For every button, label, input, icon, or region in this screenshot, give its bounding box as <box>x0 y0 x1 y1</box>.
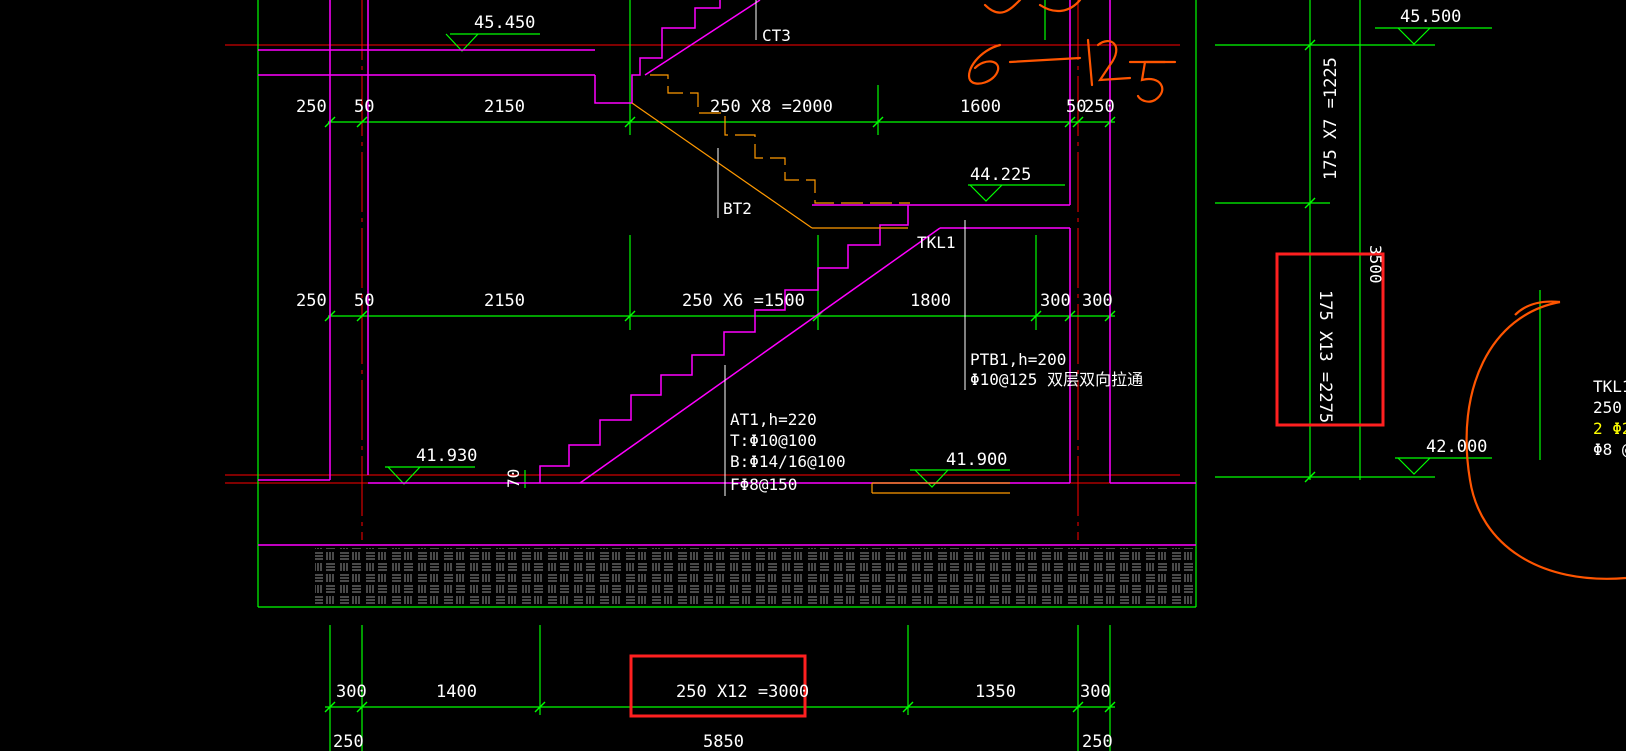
elevation-landing-mid: 44.225 <box>970 165 1031 185</box>
dim-r3-1: 1400 <box>436 682 477 702</box>
cad-drawing-canvas[interactable]: 45.450 45.500 44.225 41.930 41.900 42.00… <box>0 0 1626 751</box>
dim-r4-2: 250 <box>1082 732 1113 751</box>
dim-r2-2: 2150 <box>484 291 525 311</box>
dim-r1-6: 250 <box>1084 97 1115 117</box>
elevation-bottom-left: 41.930 <box>416 446 477 466</box>
elevation-bottom-right: 42.000 <box>1426 437 1487 457</box>
label-ptb1-line2: Φ10@125 双层双向拉通 <box>970 370 1143 389</box>
dim-r2-0: 250 <box>296 291 327 311</box>
label-right-stirrup: Φ8 @ <box>1593 440 1626 459</box>
vdim-lower: 175 X13 =2275 <box>1315 290 1335 423</box>
dim-r3-3: 1350 <box>975 682 1016 702</box>
vdim-step-small: 70 <box>504 469 523 488</box>
label-at1-line3: B:Φ14/16@100 <box>730 452 846 471</box>
bt2-flight-outline <box>631 74 1010 494</box>
label-at1-line4: FΦ8@150 <box>730 475 797 494</box>
label-ct3: CT3 <box>762 26 791 45</box>
dimension-row-4: 250 5850 250 <box>333 732 1113 751</box>
dimension-row-3: 300 1400 250 X12 =3000 1350 300 <box>336 682 1111 702</box>
elevation-top-left: 45.450 <box>474 13 535 33</box>
label-ptb1-line1: PTB1,h=200 <box>970 350 1066 369</box>
structure-outline <box>258 0 1196 546</box>
dimension-row-1: 250 50 2150 250 X8 =2000 1600 50 250 <box>296 97 1115 117</box>
dim-r4-1: 5850 <box>703 732 744 751</box>
elevation-bottom-mid: 41.900 <box>946 450 1007 470</box>
label-tkl1: TKL1 <box>917 233 956 252</box>
label-right-rebar: 2 Φ20 <box>1593 419 1626 438</box>
dimension-row-2: 250 50 2150 250 X6 =1500 1800 300 300 <box>296 291 1113 311</box>
dimension-ticks <box>324 39 1316 713</box>
dim-r1-3: 250 X8 =2000 <box>710 97 833 117</box>
member-labels: CT3 BT2 TKL1 PTB1,h=200 Φ10@125 双层双向拉通 A… <box>723 26 1626 494</box>
dim-r2-4: 1800 <box>910 291 951 311</box>
handwritten-annotation <box>967 0 1177 103</box>
vdim-upper: 175 X7 =1225 <box>1321 57 1341 180</box>
label-right-size: 250 X <box>1593 398 1626 417</box>
label-right-tkl1: TKL1 <box>1593 377 1626 396</box>
elevation-top-right: 45.500 <box>1400 7 1461 27</box>
label-bt2: BT2 <box>723 199 752 218</box>
dim-r1-1: 50 <box>354 97 374 117</box>
dim-r2-6: 300 <box>1082 291 1113 311</box>
green-lines <box>257 0 1541 751</box>
dim-r1-4: 1600 <box>960 97 1001 117</box>
dim-r3-0: 300 <box>336 682 367 702</box>
dim-r1-2: 2150 <box>484 97 525 117</box>
vdim-total: 3500 <box>1366 245 1385 284</box>
dim-r3-4: 300 <box>1080 682 1111 702</box>
dim-r2-5: 300 <box>1040 291 1071 311</box>
elevation-markers <box>387 27 1431 488</box>
dim-r3-2: 250 X12 =3000 <box>676 682 809 702</box>
dim-r4-0: 250 <box>333 732 364 751</box>
dim-r2-1: 50 <box>354 291 374 311</box>
dim-r2-3: 250 X6 =1500 <box>682 291 805 311</box>
label-at1-line1: AT1,h=220 <box>730 410 817 429</box>
stair-section-drawing: 45.450 45.500 44.225 41.930 41.900 42.00… <box>225 0 1626 751</box>
hatched-slab <box>315 548 1195 606</box>
label-at1-line2: T:Φ10@100 <box>730 431 817 450</box>
dim-r1-0: 250 <box>296 97 327 117</box>
